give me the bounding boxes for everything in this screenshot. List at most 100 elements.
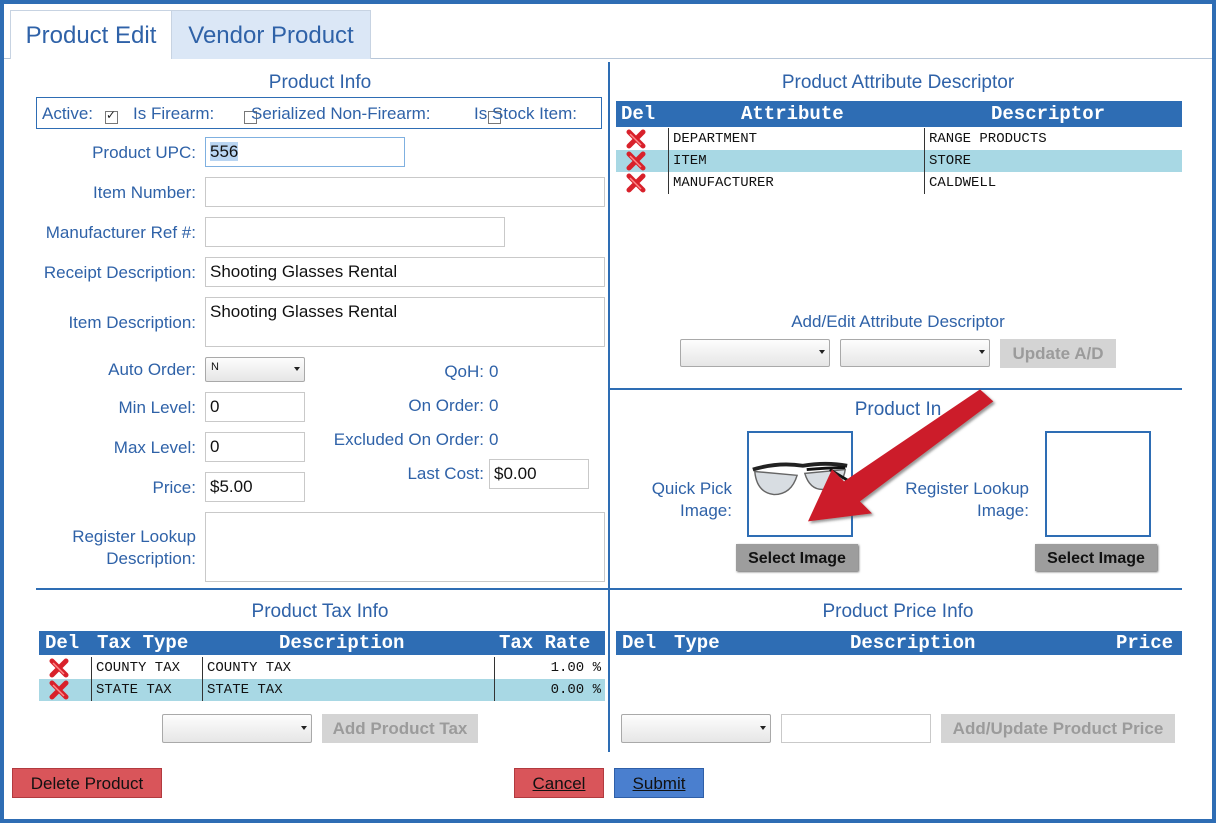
price-col-description: Description — [850, 632, 976, 654]
price-input[interactable]: $5.00 — [205, 472, 305, 502]
tax-col-rate: Tax Rate — [499, 632, 591, 654]
attribute-row[interactable]: ITEM STORE — [616, 150, 1182, 172]
quick-pick-label-line2: Image: — [680, 501, 732, 520]
attribute-cell: ITEM — [668, 150, 707, 172]
attribute-cell: DEPARTMENT — [668, 128, 757, 150]
chevron-down-icon — [819, 350, 825, 354]
auto-order-select[interactable]: N — [205, 357, 305, 382]
chevron-down-icon — [294, 366, 300, 371]
register-lookup-textarea[interactable] — [205, 512, 605, 582]
active-label: Active: — [42, 104, 94, 123]
product-tax-info-title: Product Tax Info — [251, 601, 389, 622]
last-cost-input[interactable]: $0.00 — [489, 459, 589, 489]
tax-description-cell: COUNTY TAX — [202, 657, 291, 679]
attribute-row[interactable]: DEPARTMENT RANGE PRODUCTS — [616, 128, 1182, 150]
product-upc-label: Product UPC: — [92, 143, 196, 162]
auto-order-label: Auto Order: — [108, 360, 196, 379]
delete-x-icon[interactable] — [626, 151, 646, 171]
column-divider — [608, 62, 610, 752]
tax-type-cell: COUNTY TAX — [91, 657, 180, 679]
cancel-button[interactable]: Cancel — [514, 768, 604, 798]
product-price-info-title: Product Price Info — [822, 601, 974, 622]
product-upc-input[interactable]: 556 — [205, 137, 405, 167]
excluded-on-order-value: 0 — [489, 430, 499, 449]
qoh-value: 0 — [489, 362, 499, 381]
attribute-cell: MANUFACTURER — [668, 172, 774, 194]
chevron-down-icon — [979, 350, 985, 354]
attribute-row[interactable]: MANUFACTURER CALDWELL — [616, 172, 1182, 194]
min-level-label: Min Level: — [118, 398, 196, 417]
attribute-descriptor-title: Product Attribute Descriptor — [781, 72, 1015, 93]
tax-grid-header: Del Tax Type Description Tax Rate — [39, 631, 605, 655]
add-product-tax-button[interactable]: Add Product Tax — [322, 714, 478, 743]
tab-product-edit[interactable]: Product Edit — [10, 10, 172, 59]
tax-row[interactable]: COUNTY TAX COUNTY TAX 1.00 % — [39, 657, 605, 679]
item-number-label: Item Number: — [93, 183, 196, 202]
annotation-arrow-icon — [808, 389, 994, 522]
price-col-price: Price — [1116, 632, 1174, 654]
tax-description-cell: STATE TAX — [202, 679, 283, 701]
product-edit-window: Product Edit Vendor Product Product Info… — [0, 0, 1216, 823]
price-type-select[interactable] — [621, 714, 771, 743]
item-description-textarea[interactable]: Shooting Glasses Rental — [205, 297, 605, 347]
item-number-input[interactable] — [205, 177, 605, 207]
on-order-label: On Order: — [408, 396, 484, 415]
min-level-input[interactable]: 0 — [205, 392, 305, 422]
tab-bar: Product Edit Vendor Product — [4, 4, 1212, 59]
manufacturer-ref-input[interactable] — [205, 217, 505, 247]
product-upc-value: 556 — [210, 142, 239, 161]
is-firearm-label: Is Firearm: — [133, 104, 215, 123]
excluded-on-order-label: Excluded On Order: — [333, 430, 484, 449]
attr-col-descriptor: Descriptor — [991, 103, 1106, 125]
auto-order-value: N — [211, 361, 219, 373]
price-grid-header: Del Type Description Price — [616, 631, 1182, 655]
delete-product-button[interactable]: Delete Product — [12, 768, 162, 798]
max-level-label: Max Level: — [113, 438, 196, 457]
tax-row[interactable]: STATE TAX STATE TAX 0.00 % — [39, 679, 605, 701]
register-lookup-label-line1: Register Lookup — [72, 527, 196, 546]
delete-x-icon[interactable] — [49, 680, 69, 700]
chevron-down-icon — [301, 725, 307, 730]
product-info-title: Product Info — [268, 72, 372, 93]
tax-col-del: Del — [45, 632, 80, 654]
delete-x-icon[interactable] — [626, 173, 646, 193]
price-value-input[interactable] — [781, 714, 931, 743]
delete-x-icon[interactable] — [626, 129, 646, 149]
register-lookup-label: Register Lookup Description: — [14, 526, 196, 570]
item-description-label: Item Description: — [68, 313, 196, 332]
descriptor-cell: RANGE PRODUCTS — [924, 128, 1047, 150]
last-cost-label: Last Cost: — [407, 464, 484, 483]
submit-button[interactable]: Submit — [614, 768, 704, 798]
tax-col-type: Tax Type — [97, 632, 189, 654]
attr-col-del: Del — [621, 103, 656, 125]
stock-item-label: Is Stock Item: — [474, 104, 577, 123]
add-update-product-price-button[interactable]: Add/Update Product Price — [941, 714, 1175, 743]
tab-vendor-product[interactable]: Vendor Product — [171, 10, 371, 59]
register-lookup-image[interactable] — [1045, 431, 1151, 537]
select-register-image-button[interactable]: Select Image — [1035, 544, 1157, 571]
max-level-input[interactable]: 0 — [205, 432, 305, 462]
quick-pick-label: Quick Pick Image: — [624, 478, 732, 522]
manufacturer-ref-label: Manufacturer Ref #: — [45, 223, 196, 242]
qoh-label: QoH: — [444, 362, 484, 381]
tax-rate-cell: 0.00 % — [494, 679, 601, 701]
quick-pick-label-line1: Quick Pick — [651, 479, 732, 498]
active-checkbox[interactable] — [105, 108, 118, 125]
tax-type-cell: STATE TAX — [91, 679, 172, 701]
update-ad-button[interactable]: Update A/D — [1000, 339, 1116, 368]
receipt-description-label: Receipt Description: — [43, 263, 196, 282]
tax-rate-cell: 1.00 % — [494, 657, 601, 679]
attribute-grid-header: Del Attribute Descriptor — [616, 101, 1182, 127]
add-edit-attribute-title: Add/Edit Attribute Descriptor — [791, 312, 1005, 331]
tax-type-select[interactable] — [162, 714, 312, 743]
descriptor-cell: CALDWELL — [924, 172, 996, 194]
price-col-del: Del — [622, 632, 657, 654]
delete-x-icon[interactable] — [49, 658, 69, 678]
chevron-down-icon — [760, 725, 766, 730]
tax-col-description: Description — [279, 632, 405, 654]
descriptor-cell: STORE — [924, 150, 971, 172]
attr-col-attribute: Attribute — [741, 103, 844, 125]
right-lower-divider — [608, 588, 1182, 590]
serialized-label: Serialized Non-Firearm: — [251, 104, 431, 123]
receipt-description-input[interactable]: Shooting Glasses Rental — [205, 257, 605, 287]
